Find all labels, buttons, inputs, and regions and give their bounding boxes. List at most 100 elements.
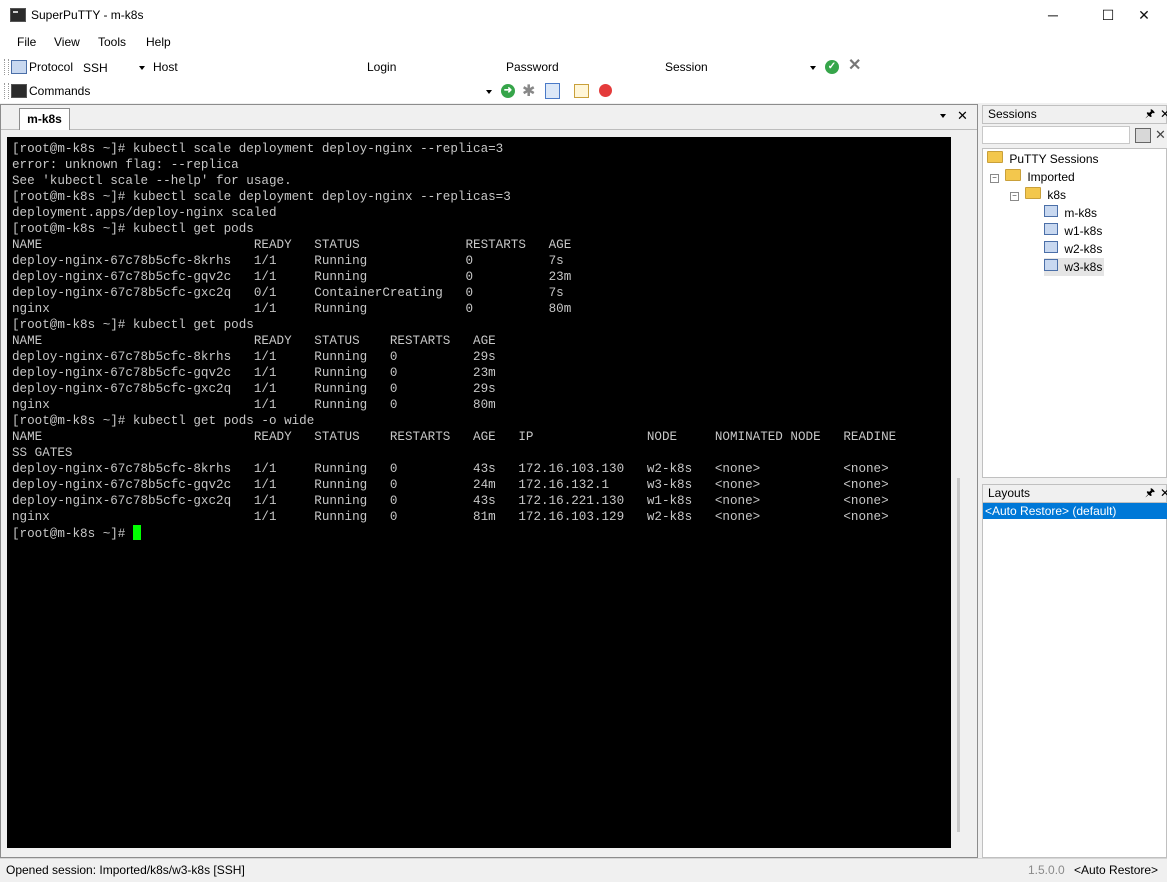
session-icon — [1044, 241, 1058, 253]
terminal-line: NAME READY STATUS RESTARTS AGE IP NODE N… — [12, 430, 897, 444]
status-message: Opened session: Imported/k8s/w3-k8s [SSH… — [6, 863, 245, 877]
session-w2-k8s[interactable]: w2-k8s — [1044, 240, 1102, 258]
protocol-icon — [11, 60, 27, 74]
clear-search-icon[interactable]: ✕ — [1155, 127, 1166, 143]
session-icon — [1044, 223, 1058, 235]
terminal-line: deploy-nginx-67c78b5cfc-8krhs 1/1 Runnin… — [12, 462, 889, 476]
folder-k8s-label: k8s — [1047, 188, 1067, 202]
folder-icon — [987, 151, 1003, 163]
terminal-line: nginx 1/1 Running 0 80m — [12, 398, 496, 412]
terminal-line: deploy-nginx-67c78b5cfc-gqv2c 1/1 Runnin… — [12, 366, 496, 380]
session-icon — [1044, 205, 1058, 217]
minimize-button[interactable]: ─ — [1030, 0, 1076, 31]
pin-icon[interactable]: 🖈 — [1145, 106, 1155, 123]
terminal-line: deploy-nginx-67c78b5cfc-gxc2q 1/1 Runnin… — [12, 494, 889, 508]
login-input[interactable] — [404, 58, 500, 76]
terminal-line: deploy-nginx-67c78b5cfc-gxc2q 1/1 Runnin… — [12, 382, 496, 396]
toolbar-grip[interactable] — [4, 83, 9, 99]
commands-toolbar: Commands ➜ ✱ — [0, 79, 1167, 103]
menu-tools[interactable]: Tools — [98, 35, 126, 49]
session-label: Session — [665, 60, 708, 74]
terminal-cursor — [132, 525, 141, 540]
layouts-list — [982, 502, 1167, 858]
layouts-panel-header: Layouts 🖈 ✕ — [982, 484, 1167, 503]
title-bar: SuperPuTTY - m-k8s ─ ☐ ✕ — [0, 0, 1167, 31]
close-window-button[interactable]: ✕ — [1121, 0, 1167, 31]
binoculars-icon[interactable] — [1135, 128, 1151, 143]
send-command-icon[interactable]: ➜ — [501, 84, 515, 98]
connect-check-icon[interactable]: ✓ — [825, 60, 839, 74]
session-select[interactable] — [710, 58, 820, 76]
terminal-scrollbar[interactable] — [957, 478, 960, 832]
window-title: SuperPuTTY - m-k8s — [31, 8, 144, 22]
tree-folder-imported[interactable]: Imported — [1005, 168, 1075, 186]
session-w3-k8s[interactable]: w3-k8s — [1044, 258, 1105, 276]
script-icon[interactable] — [545, 83, 560, 99]
sessions-title: Sessions — [988, 107, 1037, 121]
sessions-panel-header: Sessions 🖈 ✕ — [982, 105, 1167, 124]
menu-view[interactable]: View — [54, 35, 80, 49]
session-label: w3-k8s — [1064, 260, 1103, 274]
menu-help[interactable]: Help — [146, 35, 171, 49]
tree-root-label: PuTTY Sessions — [1009, 152, 1099, 166]
terminal-line: [root@m-k8s ~]# kubectl get pods — [12, 222, 254, 236]
session-w1-k8s[interactable]: w1-k8s — [1044, 222, 1102, 240]
tab-strip: ✕ — [1, 105, 977, 130]
protocol-select[interactable]: SSH — [79, 58, 149, 76]
tree-root[interactable]: PuTTY Sessions — [987, 150, 1099, 168]
chevron-down-icon — [810, 66, 816, 70]
terminal-line: nginx 1/1 Running 0 80m — [12, 302, 572, 316]
terminal-line: deploy-nginx-67c78b5cfc-8krhs 1/1 Runnin… — [12, 350, 496, 364]
session-label: w2-k8s — [1064, 242, 1103, 256]
chevron-down-icon — [940, 114, 946, 118]
terminal-line: nginx 1/1 Running 0 81m 172.16.103.129 w… — [12, 510, 889, 524]
connection-toolbar: Protocol SSH Host Login Password Session… — [0, 55, 1167, 79]
terminal-line: deploy-nginx-67c78b5cfc-gqv2c 1/1 Runnin… — [12, 270, 572, 284]
record-stop-icon[interactable] — [599, 84, 612, 97]
commands-label: Commands — [29, 84, 91, 98]
session-m-k8s[interactable]: m-k8s — [1044, 204, 1097, 222]
tab-m-k8s[interactable]: m-k8s — [19, 108, 70, 130]
session-label: m-k8s — [1064, 206, 1098, 220]
login-label: Login — [367, 60, 397, 74]
edit-icon[interactable] — [574, 84, 589, 98]
layouts-title: Layouts — [988, 486, 1031, 500]
session-search-input[interactable] — [982, 126, 1130, 144]
host-label: Host — [153, 60, 178, 74]
version-label: 1.5.0.0 — [1028, 863, 1065, 877]
chevron-down-icon — [486, 90, 492, 94]
password-input[interactable] — [561, 58, 659, 76]
close-panel-icon[interactable]: ✕ — [1160, 106, 1167, 123]
terminal-line: [root@m-k8s ~]# kubectl get pods — [12, 318, 254, 332]
status-bar: Opened session: Imported/k8s/w3-k8s [SSH… — [0, 858, 1167, 882]
terminal-line: SS GATES — [12, 446, 73, 460]
close-panel-icon[interactable]: ✕ — [1160, 485, 1167, 502]
commands-terminal-icon — [11, 84, 27, 98]
toolbar-grip[interactable] — [4, 59, 9, 75]
protocol-value: SSH — [83, 61, 108, 75]
terminal-output: [root@m-k8s ~]# kubectl scale deployment… — [12, 141, 896, 542]
terminal-line: [root@m-k8s ~]# kubectl scale deployment… — [12, 190, 511, 204]
terminal-line: NAME READY STATUS RESTARTS AGE — [12, 238, 572, 252]
terminal-line: [root@m-k8s ~]# — [12, 527, 133, 541]
snowflake-icon[interactable]: ✱ — [522, 81, 535, 101]
host-input[interactable] — [182, 58, 360, 76]
clear-x-icon[interactable]: ✕ — [848, 58, 861, 74]
folder-icon — [1005, 169, 1021, 181]
chevron-down-icon — [139, 66, 145, 70]
collapse-icon[interactable]: − — [1010, 192, 1019, 201]
folder-icon — [1025, 187, 1041, 199]
collapse-icon[interactable]: − — [990, 174, 999, 183]
terminal-line: deploy-nginx-67c78b5cfc-gqv2c 1/1 Runnin… — [12, 478, 889, 492]
session-label: w1-k8s — [1064, 224, 1103, 238]
app-terminal-icon — [10, 8, 26, 22]
tree-folder-k8s[interactable]: k8s — [1025, 186, 1066, 204]
pin-icon[interactable]: 🖈 — [1145, 485, 1155, 502]
menu-file[interactable]: File — [17, 35, 36, 49]
close-tab-icon[interactable]: ✕ — [957, 108, 968, 124]
commands-input[interactable] — [96, 82, 494, 100]
layout-item-auto-restore[interactable]: <Auto Restore> (default) — [983, 503, 1167, 519]
terminal-line: deploy-nginx-67c78b5cfc-8krhs 1/1 Runnin… — [12, 254, 564, 268]
terminal-line: NAME READY STATUS RESTARTS AGE — [12, 334, 496, 348]
terminal-line: See 'kubectl scale --help' for usage. — [12, 174, 292, 188]
